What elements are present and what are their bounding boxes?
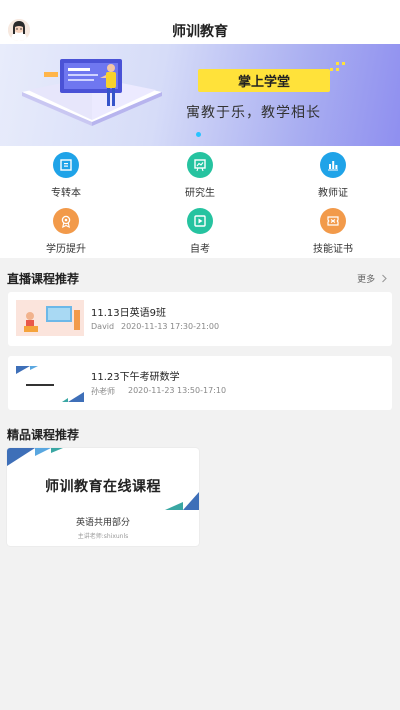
live-course-card[interactable]: 11.13日英语9班 David 2020-11-13 17:30-21:00 (8, 292, 392, 346)
menu-item-label: 教师证 (318, 188, 348, 199)
featured-course-card[interactable]: 师训教育在线课程 英语共用部分 主讲老师:shixunls (7, 448, 199, 546)
live-section-title: 直播课程推荐 (7, 272, 80, 286)
menu-item-jineng-zhengshu[interactable]: 技能证书 (283, 208, 383, 262)
course-thumbnail (16, 366, 84, 402)
play-icon (187, 208, 213, 234)
course-teacher: David (91, 322, 115, 331)
avatar-icon (8, 19, 30, 41)
classroom-banner-illustration (16, 366, 84, 402)
menu-item-label: 自考 (190, 244, 210, 255)
presentation-icon (187, 152, 213, 178)
award-icon (53, 208, 79, 234)
featured-course-title: 师训教育在线课程 (45, 479, 161, 495)
banner-illustration (22, 59, 162, 126)
live-course-card[interactable]: 11.23下午考研数学 孙老师 2020-11-23 13:50-17:10 (8, 356, 392, 410)
menu-item-jiaoshizheng[interactable]: 教师证 (283, 152, 383, 206)
menu-item-yanjiusheng[interactable]: 研究生 (150, 152, 250, 206)
featured-course-teacher: 主讲老师:shixunls (77, 533, 129, 540)
course-time: 2020-11-23 13:50-17:10 (128, 386, 227, 395)
menu-item-xueli-tisheng[interactable]: 学历提升 (16, 208, 116, 262)
menu-item-zhuanzhuanben[interactable]: 专转本 (16, 152, 116, 206)
course-thumbnail (16, 300, 84, 336)
chevron-right-icon (382, 274, 387, 283)
certificate-icon (320, 208, 346, 234)
banner-board: 掌上学堂 (198, 69, 330, 92)
featured-section-title: 精品课程推荐 (7, 428, 80, 442)
page-title: 师训教育 (172, 24, 228, 40)
category-grid: 专转本 研究生 教师证 学历提升 自考 技能证书 (0, 146, 400, 258)
bar-chart-icon (320, 152, 346, 178)
course-name: 11.23下午考研数学 (91, 372, 180, 383)
menu-item-label: 学历提升 (46, 244, 86, 255)
avatar[interactable] (8, 19, 30, 41)
more-link-label: 更多 (357, 275, 376, 285)
menu-item-label: 研究生 (185, 188, 215, 199)
course-teacher: 孙老师 (91, 387, 115, 396)
menu-item-label: 技能证书 (313, 244, 353, 255)
app-header: 师训教育 (0, 0, 400, 44)
banner-slogan: 寓教于乐，教学相长 (186, 105, 321, 121)
course-time: 2020-11-13 17:30-21:00 (121, 322, 220, 331)
banner-carousel[interactable]: 掌上学堂 寓教于乐，教学相长 (0, 44, 400, 146)
menu-item-label: 专转本 (51, 188, 81, 199)
carousel-indicator[interactable] (196, 132, 201, 137)
book-icon (53, 152, 79, 178)
featured-course-subtitle: 英语共用部分 (75, 518, 130, 528)
classroom-illustration (16, 300, 84, 336)
course-name: 11.13日英语9班 (91, 308, 166, 319)
menu-item-zikao[interactable]: 自考 (150, 208, 250, 262)
more-link[interactable]: 更多 (357, 272, 388, 285)
